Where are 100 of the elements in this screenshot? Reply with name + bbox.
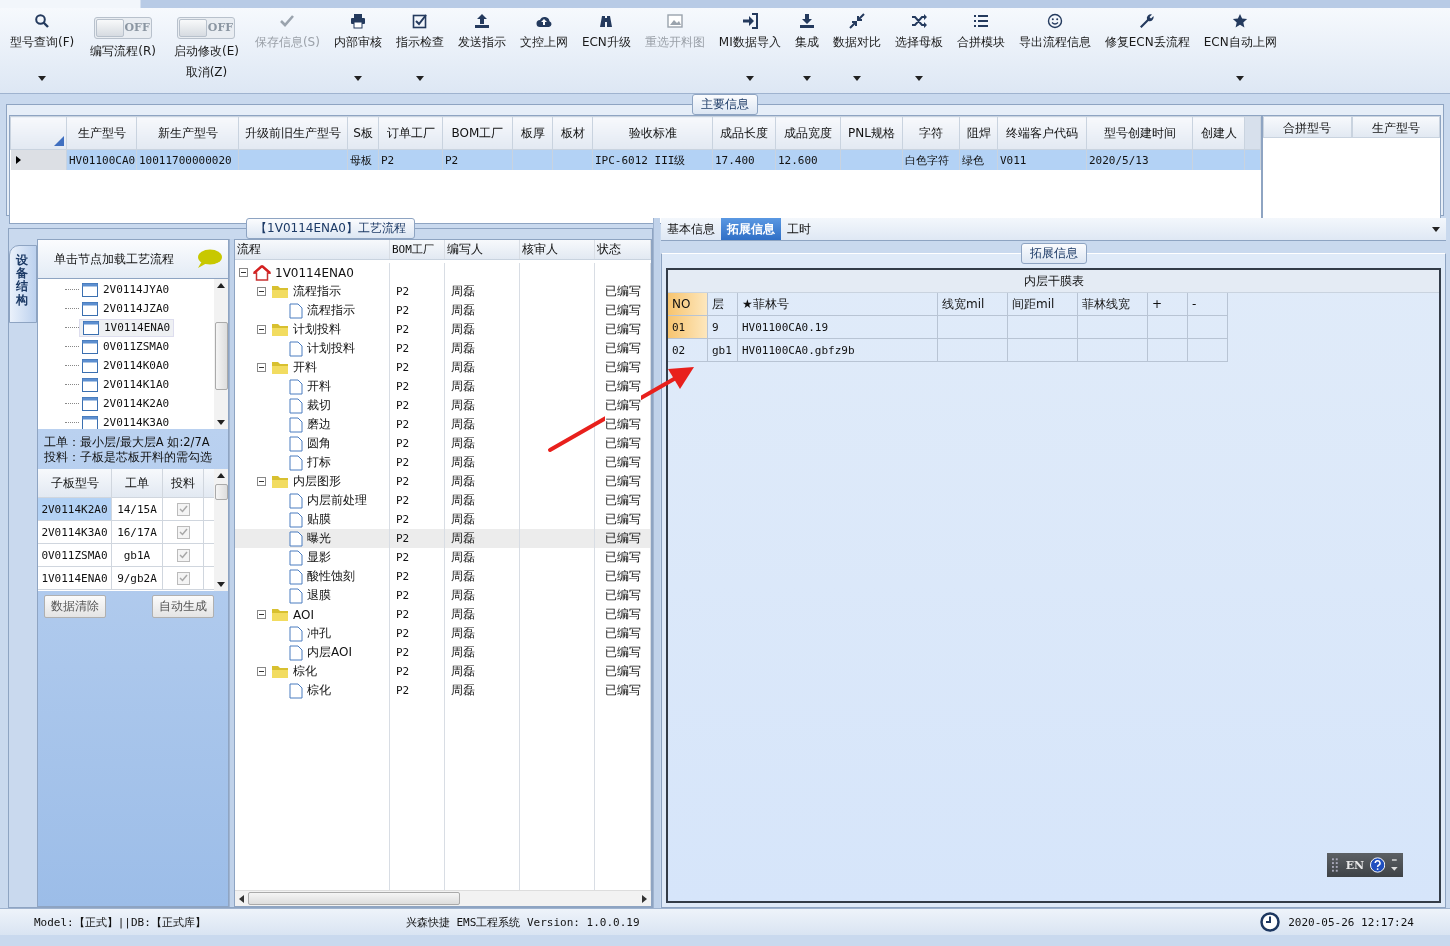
tree-node[interactable]: 裁切 xyxy=(287,397,333,414)
column-header[interactable]: BOM工厂 xyxy=(442,116,513,150)
column-header[interactable]: 阻焊 xyxy=(959,116,998,150)
column-header[interactable]: 生产型号 xyxy=(1351,116,1440,138)
tab[interactable]: 拓展信息 xyxy=(721,218,781,240)
column-header[interactable]: 升级前旧生产型号 xyxy=(238,116,348,150)
table-row[interactable]: HV01100CA0 10011700000020 母板 P2 P2 IPC-6012 III级 17.400 12.600 白色字符 绿色 V011 2020/5/13 xyxy=(10,149,1261,170)
tree-node[interactable]: 2V0114K1A0 xyxy=(79,376,173,393)
toolbar-button[interactable]: 选择母板 xyxy=(892,11,945,85)
toolbar-button[interactable]: 集成 xyxy=(792,11,821,85)
row-number[interactable]: 02 xyxy=(668,339,708,362)
action-button[interactable]: 自动生成 xyxy=(152,595,214,618)
tree-node[interactable]: 退膜 xyxy=(287,587,333,604)
table-cell[interactable]: 2V0114K2A0 xyxy=(38,498,112,520)
column-header[interactable]: 间距mil xyxy=(1008,293,1078,316)
tree-node[interactable]: 磨边 xyxy=(287,416,333,433)
column-header[interactable]: 板厚 xyxy=(512,116,553,150)
column-header[interactable]: 新生产型号 xyxy=(136,116,239,150)
scrollbar[interactable] xyxy=(214,279,228,429)
checkbox[interactable] xyxy=(176,548,190,562)
table-cell[interactable]: 1V0114ENA0 xyxy=(38,567,112,589)
tree-node[interactable]: 1V0114ENA0 xyxy=(79,318,175,337)
tree-node[interactable]: 显影 xyxy=(287,549,333,566)
expand-toggle-icon[interactable] xyxy=(257,363,266,372)
column-header[interactable]: BOM工厂 xyxy=(390,240,445,259)
scrollbar[interactable] xyxy=(235,890,651,906)
minimize-icon[interactable] xyxy=(1391,859,1398,871)
column-header[interactable]: 型号创建时间 xyxy=(1086,116,1193,150)
expand-toggle-icon[interactable] xyxy=(257,325,266,334)
toolbar-button[interactable]: 合拼模块 xyxy=(954,11,1007,85)
tree-node[interactable]: 计划投料 xyxy=(269,321,343,338)
column-header[interactable]: 成品长度 xyxy=(712,116,776,150)
checkbox[interactable] xyxy=(176,525,190,539)
tree-node[interactable]: 0V011ZSMA0 xyxy=(79,338,173,355)
toolbar-button[interactable]: 发送指示 xyxy=(455,11,508,85)
column-header[interactable]: 层 xyxy=(708,293,738,316)
column-header[interactable]: 编写人 xyxy=(445,240,520,259)
scrollbar-thumb[interactable] xyxy=(214,322,228,390)
scrollbar[interactable] xyxy=(214,469,228,591)
column-header[interactable]: 终端客户代码 xyxy=(997,116,1087,150)
tree-node[interactable]: 1V0114ENA0 xyxy=(251,264,356,281)
column-header[interactable]: 状态 xyxy=(595,240,651,259)
splitter-handle[interactable] xyxy=(653,218,660,908)
tree-node[interactable]: 流程指示 xyxy=(287,302,357,319)
toolbar-button[interactable]: 数据对比 xyxy=(830,11,883,85)
column-header[interactable]: 流程 xyxy=(235,240,390,259)
row-number[interactable]: 01 xyxy=(668,316,708,339)
tree-node[interactable]: 冲孔 xyxy=(287,625,333,642)
column-header[interactable]: 验收标准 xyxy=(592,116,713,150)
tree-node[interactable]: 流程指示 xyxy=(269,283,343,300)
toolbar-button[interactable]: 指示检查 xyxy=(393,11,446,85)
column-header[interactable]: 菲林线宽 xyxy=(1078,293,1148,316)
tree-node[interactable]: 开料 xyxy=(287,378,333,395)
column-header[interactable]: 线宽mil xyxy=(938,293,1008,316)
column-header[interactable]: S板 xyxy=(347,116,379,150)
column-header[interactable]: 合拼型号 xyxy=(1263,116,1352,138)
tree-node[interactable]: 棕化 xyxy=(287,682,333,699)
expand-toggle-icon[interactable] xyxy=(257,667,266,676)
tree-node[interactable]: 计划投料 xyxy=(287,340,357,357)
tree-node[interactable]: 内层图形 xyxy=(269,473,343,490)
scrollbar-thumb[interactable] xyxy=(214,484,228,500)
column-header[interactable]: 板材 xyxy=(552,116,593,150)
language-button[interactable]: EN xyxy=(1345,858,1365,872)
toolbar-button[interactable]: MI数据导入 xyxy=(716,11,783,85)
tree-node[interactable]: 打标 xyxy=(287,454,333,471)
column-header[interactable]: ★菲林号 xyxy=(738,293,938,316)
column-header[interactable]: 创建人 xyxy=(1192,116,1245,150)
grip-icon[interactable] xyxy=(1332,858,1340,872)
column-header[interactable]: 字符 xyxy=(902,116,960,150)
column-header[interactable]: 生产型号 xyxy=(66,116,137,150)
table-cell[interactable]: 0V011ZSMA0 xyxy=(38,544,112,566)
tree-node[interactable]: 棕化 xyxy=(269,663,319,680)
column-header[interactable]: 工单 xyxy=(112,469,163,497)
tree-node[interactable]: 开料 xyxy=(269,359,319,376)
help-icon[interactable] xyxy=(1370,857,1386,873)
side-tab[interactable]: 设备结构 xyxy=(9,245,37,323)
tree-node[interactable]: 贴膜 xyxy=(287,511,333,528)
tree-node[interactable]: 内层前处理 xyxy=(287,492,369,509)
toolbar-button[interactable]: 导出流程信息 xyxy=(1016,11,1093,85)
column-header[interactable]: - xyxy=(1188,293,1228,316)
checkbox[interactable] xyxy=(176,571,190,585)
tree-node[interactable]: 2V0114K0A0 xyxy=(79,357,173,374)
tree-node[interactable]: 2V0114K3A0 xyxy=(79,414,173,429)
expand-toggle-icon[interactable] xyxy=(257,477,266,486)
column-header[interactable]: 成品宽度 xyxy=(775,116,841,150)
tree-node[interactable]: 2V0114JYA0 xyxy=(79,281,173,298)
toolbar-button[interactable]: ECN升级 xyxy=(579,11,633,85)
checkbox[interactable] xyxy=(176,502,190,516)
toolbar-button[interactable]: 文控上网 xyxy=(517,11,570,85)
toolbar-button[interactable]: 内部审核 xyxy=(331,11,384,85)
column-header[interactable]: NO xyxy=(668,293,708,316)
toolbar-button[interactable]: 修复ECN丢流程 xyxy=(1102,11,1192,85)
tree-node[interactable]: 2V0114JZA0 xyxy=(79,300,173,317)
expand-toggle-icon[interactable] xyxy=(257,610,266,619)
tree-node[interactable]: 酸性蚀刻 xyxy=(287,568,357,585)
column-header[interactable]: 核审人 xyxy=(520,240,595,259)
column-header[interactable]: 投料 xyxy=(163,469,204,497)
splitter-handle[interactable] xyxy=(229,239,234,907)
tab[interactable]: 工时 xyxy=(781,218,817,240)
tree-node[interactable]: 2V0114K2A0 xyxy=(79,395,173,412)
